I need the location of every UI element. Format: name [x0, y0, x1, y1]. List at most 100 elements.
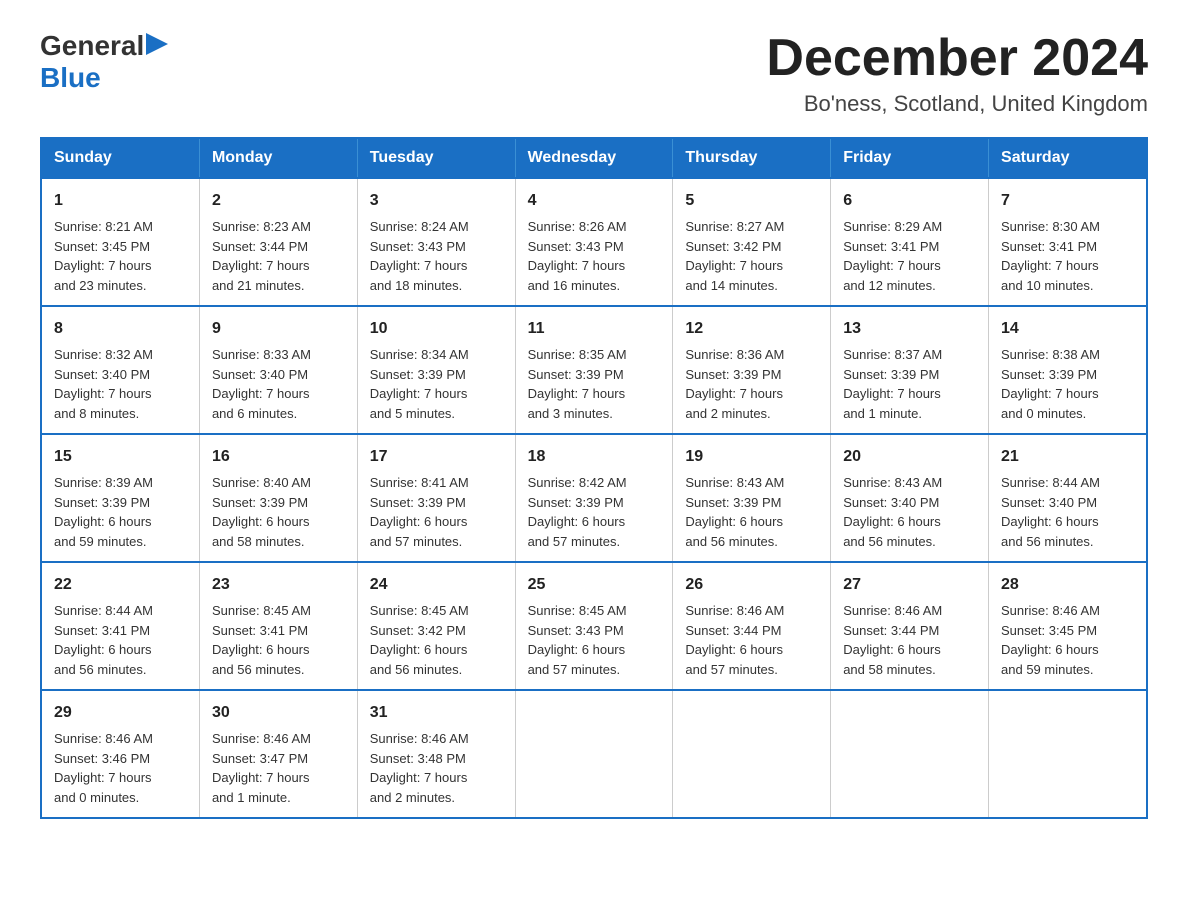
day-info-text: and 3 minutes.: [528, 404, 661, 424]
calendar-cell: 19Sunrise: 8:43 AMSunset: 3:39 PMDayligh…: [673, 434, 831, 562]
day-info-text: Sunrise: 8:45 AM: [370, 601, 503, 621]
day-info-text: Daylight: 7 hours: [370, 256, 503, 276]
day-info-text: Sunrise: 8:43 AM: [685, 473, 818, 493]
day-info-text: and 56 minutes.: [212, 660, 345, 680]
day-info-text: Sunset: 3:41 PM: [1001, 237, 1134, 257]
day-number: 4: [528, 189, 661, 213]
calendar-cell: 10Sunrise: 8:34 AMSunset: 3:39 PMDayligh…: [357, 306, 515, 434]
day-info-text: Sunset: 3:44 PM: [685, 621, 818, 641]
header-friday: Friday: [831, 138, 989, 178]
month-year-heading: December 2024: [766, 30, 1148, 87]
day-info-text: Daylight: 6 hours: [212, 640, 345, 660]
day-info-text: Sunset: 3:42 PM: [685, 237, 818, 257]
day-info-text: Sunset: 3:46 PM: [54, 749, 187, 769]
day-number: 6: [843, 189, 976, 213]
calendar-cell: 14Sunrise: 8:38 AMSunset: 3:39 PMDayligh…: [989, 306, 1147, 434]
calendar-cell: 29Sunrise: 8:46 AMSunset: 3:46 PMDayligh…: [41, 690, 199, 818]
header-saturday: Saturday: [989, 138, 1147, 178]
calendar-cell: 6Sunrise: 8:29 AMSunset: 3:41 PMDaylight…: [831, 178, 989, 306]
header-thursday: Thursday: [673, 138, 831, 178]
day-number: 29: [54, 701, 187, 725]
day-info-text: Sunrise: 8:46 AM: [370, 729, 503, 749]
day-number: 20: [843, 445, 976, 469]
day-info-text: and 8 minutes.: [54, 404, 187, 424]
day-info-text: Sunset: 3:43 PM: [528, 621, 661, 641]
day-info-text: and 23 minutes.: [54, 276, 187, 296]
day-info-text: Daylight: 7 hours: [685, 384, 818, 404]
calendar-cell: 31Sunrise: 8:46 AMSunset: 3:48 PMDayligh…: [357, 690, 515, 818]
calendar-cell: 30Sunrise: 8:46 AMSunset: 3:47 PMDayligh…: [199, 690, 357, 818]
day-number: 22: [54, 573, 187, 597]
day-info-text: and 0 minutes.: [1001, 404, 1134, 424]
day-info-text: Sunset: 3:39 PM: [212, 493, 345, 513]
table-row: 8Sunrise: 8:32 AMSunset: 3:40 PMDaylight…: [41, 306, 1147, 434]
day-info-text: Daylight: 6 hours: [685, 512, 818, 532]
day-info-text: Sunrise: 8:46 AM: [843, 601, 976, 621]
day-info-text: Sunset: 3:39 PM: [843, 365, 976, 385]
day-info-text: and 57 minutes.: [528, 532, 661, 552]
day-info-text: Sunset: 3:41 PM: [843, 237, 976, 257]
day-info-text: Sunrise: 8:44 AM: [54, 601, 187, 621]
day-number: 25: [528, 573, 661, 597]
day-info-text: Sunrise: 8:40 AM: [212, 473, 345, 493]
logo: General Blue: [40, 30, 168, 94]
day-info-text: and 56 minutes.: [1001, 532, 1134, 552]
day-info-text: Daylight: 7 hours: [1001, 256, 1134, 276]
calendar-cell: 23Sunrise: 8:45 AMSunset: 3:41 PMDayligh…: [199, 562, 357, 690]
day-info-text: Daylight: 6 hours: [54, 512, 187, 532]
day-number: 13: [843, 317, 976, 341]
day-info-text: Daylight: 7 hours: [528, 384, 661, 404]
day-number: 5: [685, 189, 818, 213]
day-info-text: Sunset: 3:40 PM: [54, 365, 187, 385]
day-info-text: Daylight: 6 hours: [843, 512, 976, 532]
day-number: 1: [54, 189, 187, 213]
day-info-text: and 10 minutes.: [1001, 276, 1134, 296]
logo-blue-text: Blue: [40, 62, 101, 94]
day-info-text: and 56 minutes.: [54, 660, 187, 680]
day-info-text: Daylight: 7 hours: [528, 256, 661, 276]
day-number: 9: [212, 317, 345, 341]
calendar-cell: 12Sunrise: 8:36 AMSunset: 3:39 PMDayligh…: [673, 306, 831, 434]
day-info-text: Daylight: 6 hours: [212, 512, 345, 532]
day-info-text: and 57 minutes.: [685, 660, 818, 680]
day-info-text: Daylight: 6 hours: [528, 640, 661, 660]
calendar-cell: 11Sunrise: 8:35 AMSunset: 3:39 PMDayligh…: [515, 306, 673, 434]
day-info-text: Daylight: 7 hours: [212, 256, 345, 276]
calendar-cell: 21Sunrise: 8:44 AMSunset: 3:40 PMDayligh…: [989, 434, 1147, 562]
day-info-text: Daylight: 6 hours: [370, 512, 503, 532]
day-info-text: Sunrise: 8:42 AM: [528, 473, 661, 493]
day-info-text: Sunset: 3:42 PM: [370, 621, 503, 641]
day-info-text: Sunrise: 8:43 AM: [843, 473, 976, 493]
day-info-text: Sunrise: 8:21 AM: [54, 217, 187, 237]
logo-general-text: General: [40, 30, 144, 62]
day-info-text: Sunset: 3:39 PM: [54, 493, 187, 513]
calendar-table: Sunday Monday Tuesday Wednesday Thursday…: [40, 137, 1148, 819]
page-header: General Blue December 2024 Bo'ness, Scot…: [40, 30, 1148, 117]
header-wednesday: Wednesday: [515, 138, 673, 178]
calendar-cell: 22Sunrise: 8:44 AMSunset: 3:41 PMDayligh…: [41, 562, 199, 690]
day-info-text: and 59 minutes.: [54, 532, 187, 552]
day-info-text: Sunset: 3:40 PM: [843, 493, 976, 513]
calendar-cell: 26Sunrise: 8:46 AMSunset: 3:44 PMDayligh…: [673, 562, 831, 690]
calendar-cell: 28Sunrise: 8:46 AMSunset: 3:45 PMDayligh…: [989, 562, 1147, 690]
calendar-cell: 16Sunrise: 8:40 AMSunset: 3:39 PMDayligh…: [199, 434, 357, 562]
day-info-text: Daylight: 7 hours: [370, 384, 503, 404]
table-row: 22Sunrise: 8:44 AMSunset: 3:41 PMDayligh…: [41, 562, 1147, 690]
day-info-text: Sunset: 3:44 PM: [843, 621, 976, 641]
day-number: 14: [1001, 317, 1134, 341]
header-sunday: Sunday: [41, 138, 199, 178]
calendar-cell: 13Sunrise: 8:37 AMSunset: 3:39 PMDayligh…: [831, 306, 989, 434]
calendar-cell: 1Sunrise: 8:21 AMSunset: 3:45 PMDaylight…: [41, 178, 199, 306]
day-number: 3: [370, 189, 503, 213]
day-info-text: Sunset: 3:39 PM: [528, 493, 661, 513]
day-info-text: and 59 minutes.: [1001, 660, 1134, 680]
day-info-text: and 58 minutes.: [212, 532, 345, 552]
day-info-text: and 56 minutes.: [370, 660, 503, 680]
day-info-text: Sunset: 3:40 PM: [1001, 493, 1134, 513]
table-row: 1Sunrise: 8:21 AMSunset: 3:45 PMDaylight…: [41, 178, 1147, 306]
day-info-text: Sunset: 3:48 PM: [370, 749, 503, 769]
day-info-text: and 6 minutes.: [212, 404, 345, 424]
calendar-cell: 15Sunrise: 8:39 AMSunset: 3:39 PMDayligh…: [41, 434, 199, 562]
calendar-cell: [673, 690, 831, 818]
day-info-text: Sunrise: 8:35 AM: [528, 345, 661, 365]
